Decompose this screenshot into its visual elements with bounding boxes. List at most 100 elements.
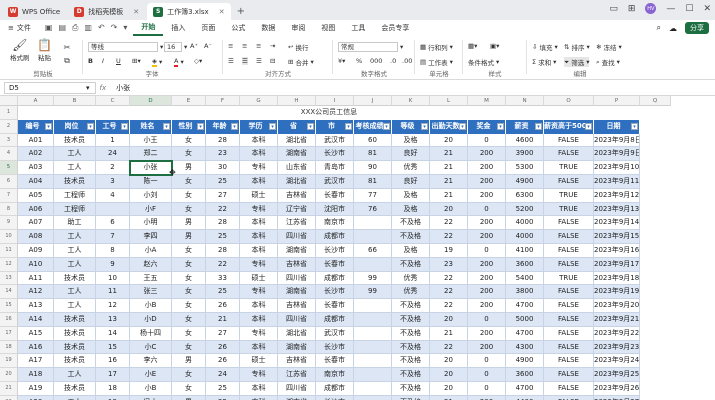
filter-dropdown-icon[interactable]: ▾: [307, 122, 314, 130]
menu-item-tools[interactable]: 工具: [343, 20, 373, 36]
row-header[interactable]: 10: [0, 230, 18, 244]
table-cell[interactable]: 20: [430, 202, 468, 217]
table-cell[interactable]: 小明: [130, 216, 172, 231]
column-header-c[interactable]: C: [96, 96, 130, 106]
table-cell[interactable]: [354, 354, 392, 369]
table-cell[interactable]: [354, 382, 392, 396]
fill-handle-icon[interactable]: ✥: [169, 169, 177, 177]
grid-icon[interactable]: ⊞: [628, 4, 636, 14]
table-cell[interactable]: [354, 395, 392, 400]
paste-button[interactable]: 📋 粘贴: [37, 38, 52, 62]
table-cell[interactable]: 工程师: [54, 202, 96, 217]
table-cell[interactable]: FALSE: [544, 299, 594, 313]
table-cell[interactable]: 21: [206, 313, 240, 327]
filter-dropdown-icon[interactable]: ▾: [345, 122, 352, 130]
table-cell[interactable]: 四川省: [278, 313, 316, 327]
table-cell[interactable]: 不及格: [392, 395, 430, 400]
column-header-j[interactable]: J: [354, 96, 392, 106]
fill-button[interactable]: ⇩ 填充 ▾: [532, 42, 558, 52]
table-cell[interactable]: 武汉市: [316, 133, 354, 148]
column-header-k[interactable]: K: [392, 96, 430, 106]
table-cell[interactable]: 25: [206, 285, 240, 300]
table-cell[interactable]: 99: [354, 285, 392, 300]
table-cell[interactable]: 2023年9月9日: [594, 147, 640, 162]
table-cell[interactable]: 技术员: [54, 354, 96, 369]
table-cell[interactable]: 女: [172, 244, 206, 258]
table-cell[interactable]: 24: [206, 368, 240, 382]
table-style-button[interactable]: ▦▾: [468, 42, 477, 50]
table-cell[interactable]: 2023年9月12日: [594, 188, 640, 203]
table-cell[interactable]: 成都市: [316, 313, 354, 327]
table-cell[interactable]: 硕士: [240, 188, 278, 203]
table-cell[interactable]: 工人: [54, 244, 96, 258]
table-cell[interactable]: 4700: [506, 326, 544, 341]
table-cell[interactable]: 60: [354, 133, 392, 148]
table-cell[interactable]: 3600: [506, 368, 544, 382]
table-cell[interactable]: 22: [430, 285, 468, 300]
table-cell[interactable]: 25: [206, 175, 240, 189]
table-cell[interactable]: 66: [354, 244, 392, 258]
table-cell[interactable]: 武汉市: [316, 326, 354, 341]
table-cell[interactable]: 19: [96, 395, 130, 400]
table-cell[interactable]: 200: [468, 147, 506, 162]
table-cell[interactable]: 武汉市: [316, 175, 354, 189]
column-header-d[interactable]: D: [130, 96, 172, 106]
row-header[interactable]: 1: [0, 106, 18, 120]
table-cell[interactable]: 男: [172, 354, 206, 369]
table-cell[interactable]: 22: [430, 299, 468, 313]
table-cell[interactable]: 2023年9月24日: [594, 354, 640, 369]
table-cell[interactable]: 长春市: [316, 188, 354, 203]
column-header-b[interactable]: B: [54, 96, 96, 106]
table-cell[interactable]: 5300: [506, 161, 544, 175]
column-header-e[interactable]: E: [172, 96, 206, 106]
copy-button[interactable]: ⧉: [62, 56, 72, 66]
table-cell[interactable]: 21: [430, 395, 468, 400]
table-cell[interactable]: 良好: [392, 175, 430, 189]
table-cell[interactable]: 3600: [506, 257, 544, 272]
maximize-icon[interactable]: ☐: [685, 4, 693, 14]
table-cell[interactable]: A18: [18, 368, 54, 382]
clear-button[interactable]: ◇▾: [194, 57, 202, 65]
table-cell[interactable]: 22: [206, 257, 240, 272]
column-header-o[interactable]: O: [544, 96, 594, 106]
align-left-button[interactable]: ☰: [228, 57, 234, 65]
table-cell[interactable]: 辽宁省: [278, 202, 316, 217]
table-cell[interactable]: 工人: [54, 147, 96, 162]
table-cell[interactable]: 21: [430, 147, 468, 162]
table-cell[interactable]: 小D: [130, 313, 172, 327]
table-cell[interactable]: 本科: [240, 175, 278, 189]
table-cell[interactable]: [354, 216, 392, 231]
table-cell[interactable]: 20: [430, 368, 468, 382]
row-header[interactable]: 2: [0, 119, 18, 134]
filter-dropdown-icon[interactable]: ▾: [631, 122, 638, 130]
table-cell[interactable]: 赵六: [130, 257, 172, 272]
table-cell[interactable]: 25: [206, 382, 240, 396]
table-cell[interactable]: FALSE: [544, 257, 594, 272]
table-cell[interactable]: 26: [206, 299, 240, 313]
table-cell[interactable]: A01: [18, 133, 54, 148]
freeze-button[interactable]: ❄ 冻结 ▾: [596, 42, 622, 52]
table-cell[interactable]: 200: [468, 188, 506, 203]
table-cell[interactable]: A16: [18, 340, 54, 355]
open-icon[interactable]: ▣: [45, 23, 53, 33]
find-button[interactable]: ⌕ 查找 ▾: [596, 57, 620, 68]
table-cell[interactable]: 陈一: [130, 175, 172, 189]
table-cell[interactable]: 200: [468, 395, 506, 400]
column-title[interactable]: 市 ▾: [316, 119, 354, 134]
table-cell[interactable]: FALSE: [544, 313, 594, 327]
table-cell[interactable]: A11: [18, 271, 54, 286]
menu-item-view[interactable]: 视图: [313, 20, 343, 36]
menu-item-formula[interactable]: 公式: [223, 20, 253, 36]
table-cell[interactable]: 24: [96, 147, 130, 162]
tab-workbook[interactable]: S 工作簿3.xlsx ✕: [147, 3, 231, 20]
table-cell[interactable]: 7: [96, 230, 130, 244]
table-cell[interactable]: 20: [430, 133, 468, 148]
layout-icon[interactable]: ▭: [609, 4, 618, 14]
table-cell[interactable]: 技术员: [54, 382, 96, 396]
table-cell[interactable]: 小张: [130, 161, 172, 175]
cell-style-button[interactable]: ▣▾: [490, 42, 499, 50]
column-title[interactable]: 薪资 ▾: [506, 119, 544, 134]
table-cell[interactable]: 吉林省: [278, 354, 316, 369]
table-cell[interactable]: 优秀: [392, 271, 430, 286]
table-cell[interactable]: A08: [18, 230, 54, 244]
